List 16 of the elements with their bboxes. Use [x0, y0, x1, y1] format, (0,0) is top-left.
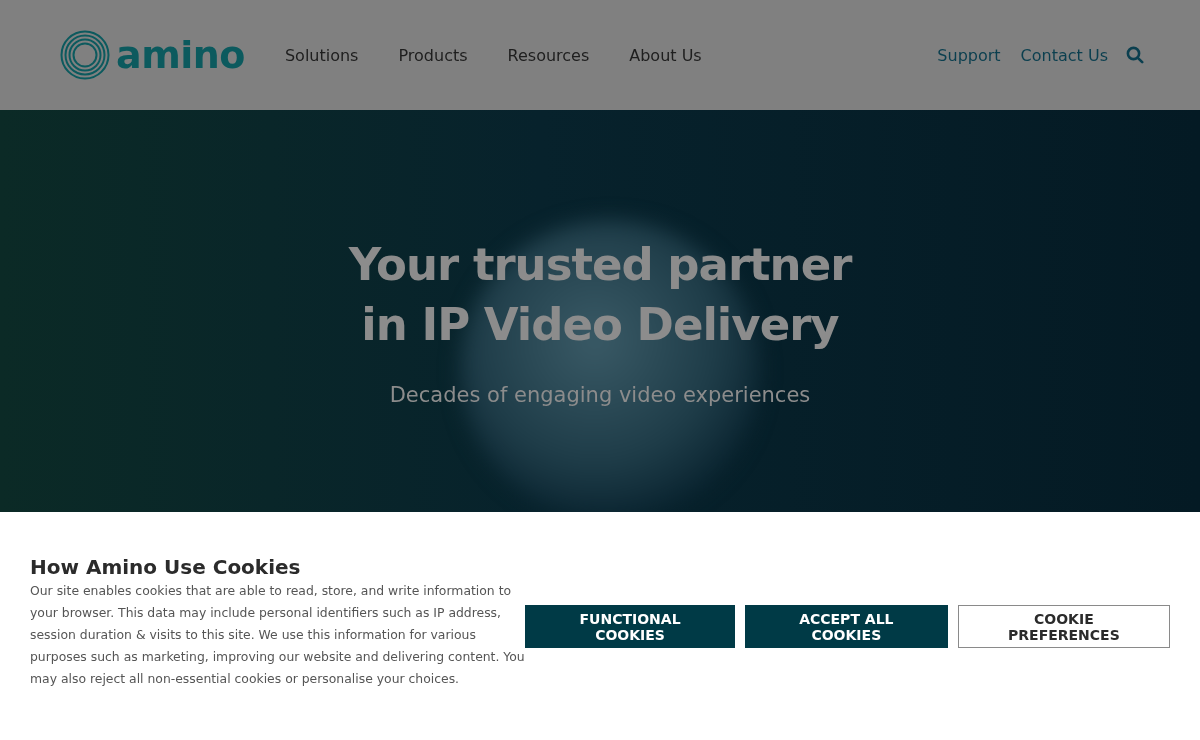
cookie-button[interactable]: COOKIE PREFERENCES: [957, 605, 1170, 648]
header-link[interactable]: Support: [937, 45, 1001, 65]
logo-wordmark: amino: [116, 36, 245, 74]
nav-link[interactable]: Products: [398, 45, 468, 65]
cookie-button[interactable]: FUNCTIONAL COOKIES: [525, 605, 735, 648]
hero-subtitle: Decades of engaging video experiences: [388, 383, 812, 407]
cookie-banner-text: Our site enables cookies that are able to read, store, and write information to your browser. This data may include personal identifiers such as IP address, session duration & visits to this site. We use this information for various purposes such as marketing, improving our website and delivering content. You may also reject all non-essential cookies or personalise your choices.: [30, 582, 526, 688]
search-icon[interactable]: [1126, 46, 1144, 64]
nav-link[interactable]: About Us: [629, 45, 702, 65]
header-link[interactable]: Contact Us: [1020, 45, 1108, 65]
nav-link[interactable]: Solutions: [284, 45, 359, 65]
concentric-circles-icon: [60, 30, 110, 80]
hero-heading: Your trusted partner in IP Video Delivery: [348, 237, 852, 353]
cookie-button[interactable]: ACCEPT ALL COOKIES: [744, 605, 948, 648]
cookie-banner-title: How Amino Use Cookies: [30, 554, 302, 580]
nav-link[interactable]: Resources: [507, 45, 590, 65]
